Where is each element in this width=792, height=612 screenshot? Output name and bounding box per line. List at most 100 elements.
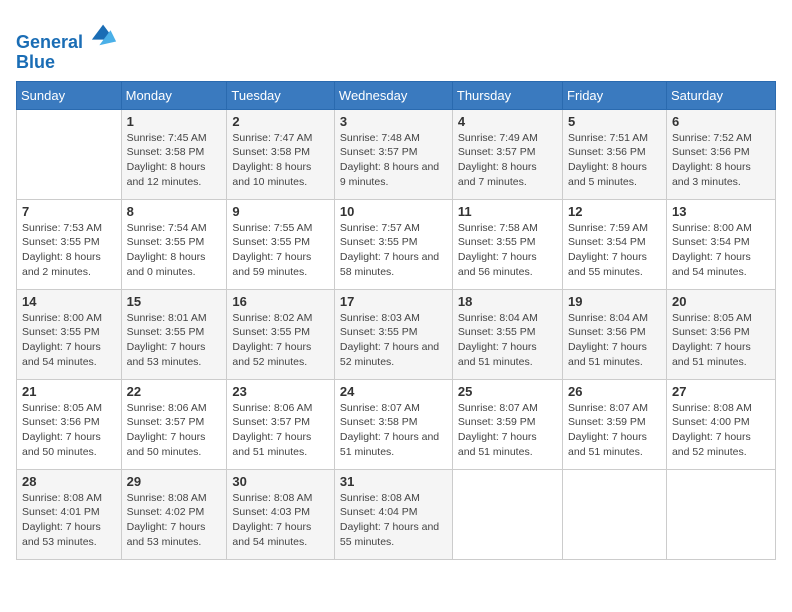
calendar-cell: 4 Sunrise: 7:49 AM Sunset: 3:57 PM Dayli…: [452, 109, 562, 199]
calendar-cell: 24 Sunrise: 8:07 AM Sunset: 3:58 PM Dayl…: [334, 379, 452, 469]
sunrise: Sunrise: 8:02 AM: [232, 311, 329, 326]
page-header: General Blue: [16, 16, 776, 73]
daylight: Daylight: 7 hours and 51 minutes.: [568, 430, 661, 459]
calendar-cell: 3 Sunrise: 7:48 AM Sunset: 3:57 PM Dayli…: [334, 109, 452, 199]
header-sunday: Sunday: [17, 81, 122, 109]
sunset: Sunset: 4:03 PM: [232, 505, 329, 520]
day-number: 7: [22, 204, 116, 219]
day-number: 15: [127, 294, 222, 309]
calendar-cell: 20 Sunrise: 8:05 AM Sunset: 3:56 PM Dayl…: [666, 289, 775, 379]
sunset: Sunset: 4:02 PM: [127, 505, 222, 520]
sunrise: Sunrise: 8:04 AM: [458, 311, 557, 326]
day-number: 21: [22, 384, 116, 399]
day-number: 3: [340, 114, 447, 129]
header-tuesday: Tuesday: [227, 81, 335, 109]
day-info: Sunrise: 8:06 AM Sunset: 3:57 PM Dayligh…: [127, 401, 222, 460]
daylight: Daylight: 8 hours and 3 minutes.: [672, 160, 770, 189]
day-number: 1: [127, 114, 222, 129]
calendar-week-4: 21 Sunrise: 8:05 AM Sunset: 3:56 PM Dayl…: [17, 379, 776, 469]
day-info: Sunrise: 8:08 AM Sunset: 4:00 PM Dayligh…: [672, 401, 770, 460]
day-info: Sunrise: 8:06 AM Sunset: 3:57 PM Dayligh…: [232, 401, 329, 460]
calendar-cell: [563, 469, 667, 559]
calendar-cell: 12 Sunrise: 7:59 AM Sunset: 3:54 PM Dayl…: [563, 199, 667, 289]
day-info: Sunrise: 8:08 AM Sunset: 4:02 PM Dayligh…: [127, 491, 222, 550]
logo-blue: Blue: [16, 53, 118, 73]
day-info: Sunrise: 8:08 AM Sunset: 4:04 PM Dayligh…: [340, 491, 447, 550]
day-info: Sunrise: 8:08 AM Sunset: 4:01 PM Dayligh…: [22, 491, 116, 550]
day-info: Sunrise: 8:07 AM Sunset: 3:59 PM Dayligh…: [458, 401, 557, 460]
daylight: Daylight: 7 hours and 53 minutes.: [127, 340, 222, 369]
calendar-cell: 11 Sunrise: 7:58 AM Sunset: 3:55 PM Dayl…: [452, 199, 562, 289]
calendar-cell: [666, 469, 775, 559]
calendar-cell: 29 Sunrise: 8:08 AM Sunset: 4:02 PM Dayl…: [121, 469, 227, 559]
day-info: Sunrise: 8:02 AM Sunset: 3:55 PM Dayligh…: [232, 311, 329, 370]
calendar-cell: 18 Sunrise: 8:04 AM Sunset: 3:55 PM Dayl…: [452, 289, 562, 379]
daylight: Daylight: 7 hours and 55 minutes.: [340, 520, 447, 549]
day-number: 20: [672, 294, 770, 309]
sunset: Sunset: 3:56 PM: [672, 145, 770, 160]
daylight: Daylight: 7 hours and 50 minutes.: [127, 430, 222, 459]
day-info: Sunrise: 8:07 AM Sunset: 3:59 PM Dayligh…: [568, 401, 661, 460]
sunrise: Sunrise: 8:03 AM: [340, 311, 447, 326]
day-number: 11: [458, 204, 557, 219]
day-number: 30: [232, 474, 329, 489]
sunrise: Sunrise: 8:01 AM: [127, 311, 222, 326]
calendar-cell: 19 Sunrise: 8:04 AM Sunset: 3:56 PM Dayl…: [563, 289, 667, 379]
day-info: Sunrise: 8:04 AM Sunset: 3:55 PM Dayligh…: [458, 311, 557, 370]
calendar-cell: 2 Sunrise: 7:47 AM Sunset: 3:58 PM Dayli…: [227, 109, 335, 199]
calendar-cell: 1 Sunrise: 7:45 AM Sunset: 3:58 PM Dayli…: [121, 109, 227, 199]
day-info: Sunrise: 8:07 AM Sunset: 3:58 PM Dayligh…: [340, 401, 447, 460]
sunrise: Sunrise: 8:08 AM: [232, 491, 329, 506]
day-number: 31: [340, 474, 447, 489]
sunset: Sunset: 3:57 PM: [232, 415, 329, 430]
day-info: Sunrise: 7:57 AM Sunset: 3:55 PM Dayligh…: [340, 221, 447, 280]
daylight: Daylight: 7 hours and 53 minutes.: [22, 520, 116, 549]
calendar-cell: 22 Sunrise: 8:06 AM Sunset: 3:57 PM Dayl…: [121, 379, 227, 469]
calendar-cell: 30 Sunrise: 8:08 AM Sunset: 4:03 PM Dayl…: [227, 469, 335, 559]
calendar-week-1: 1 Sunrise: 7:45 AM Sunset: 3:58 PM Dayli…: [17, 109, 776, 199]
day-info: Sunrise: 7:59 AM Sunset: 3:54 PM Dayligh…: [568, 221, 661, 280]
sunrise: Sunrise: 7:55 AM: [232, 221, 329, 236]
daylight: Daylight: 8 hours and 9 minutes.: [340, 160, 447, 189]
day-number: 6: [672, 114, 770, 129]
calendar-table: SundayMondayTuesdayWednesdayThursdayFrid…: [16, 81, 776, 560]
calendar-cell: 21 Sunrise: 8:05 AM Sunset: 3:56 PM Dayl…: [17, 379, 122, 469]
daylight: Daylight: 7 hours and 54 minutes.: [672, 250, 770, 279]
day-number: 14: [22, 294, 116, 309]
daylight: Daylight: 7 hours and 56 minutes.: [458, 250, 557, 279]
sunrise: Sunrise: 8:05 AM: [672, 311, 770, 326]
sunset: Sunset: 3:55 PM: [232, 325, 329, 340]
calendar-cell: 7 Sunrise: 7:53 AM Sunset: 3:55 PM Dayli…: [17, 199, 122, 289]
calendar-week-3: 14 Sunrise: 8:00 AM Sunset: 3:55 PM Dayl…: [17, 289, 776, 379]
header-wednesday: Wednesday: [334, 81, 452, 109]
calendar-cell: 14 Sunrise: 8:00 AM Sunset: 3:55 PM Dayl…: [17, 289, 122, 379]
logo-general: General: [16, 32, 83, 52]
calendar-cell: 27 Sunrise: 8:08 AM Sunset: 4:00 PM Dayl…: [666, 379, 775, 469]
day-number: 27: [672, 384, 770, 399]
daylight: Daylight: 8 hours and 0 minutes.: [127, 250, 222, 279]
daylight: Daylight: 7 hours and 55 minutes.: [568, 250, 661, 279]
logo: General Blue: [16, 20, 118, 73]
daylight: Daylight: 8 hours and 12 minutes.: [127, 160, 222, 189]
sunrise: Sunrise: 7:59 AM: [568, 221, 661, 236]
sunrise: Sunrise: 8:06 AM: [127, 401, 222, 416]
daylight: Daylight: 7 hours and 53 minutes.: [127, 520, 222, 549]
sunrise: Sunrise: 7:45 AM: [127, 131, 222, 146]
day-info: Sunrise: 7:45 AM Sunset: 3:58 PM Dayligh…: [127, 131, 222, 190]
sunrise: Sunrise: 8:05 AM: [22, 401, 116, 416]
day-number: 28: [22, 474, 116, 489]
sunset: Sunset: 4:00 PM: [672, 415, 770, 430]
daylight: Daylight: 7 hours and 52 minutes.: [232, 340, 329, 369]
day-number: 24: [340, 384, 447, 399]
day-info: Sunrise: 8:04 AM Sunset: 3:56 PM Dayligh…: [568, 311, 661, 370]
daylight: Daylight: 7 hours and 50 minutes.: [22, 430, 116, 459]
calendar-cell: 5 Sunrise: 7:51 AM Sunset: 3:56 PM Dayli…: [563, 109, 667, 199]
header-friday: Friday: [563, 81, 667, 109]
sunset: Sunset: 4:01 PM: [22, 505, 116, 520]
calendar-cell: 10 Sunrise: 7:57 AM Sunset: 3:55 PM Dayl…: [334, 199, 452, 289]
calendar-cell: 16 Sunrise: 8:02 AM Sunset: 3:55 PM Dayl…: [227, 289, 335, 379]
daylight: Daylight: 7 hours and 51 minutes.: [568, 340, 661, 369]
sunset: Sunset: 3:55 PM: [458, 235, 557, 250]
sunset: Sunset: 3:54 PM: [568, 235, 661, 250]
sunrise: Sunrise: 7:53 AM: [22, 221, 116, 236]
